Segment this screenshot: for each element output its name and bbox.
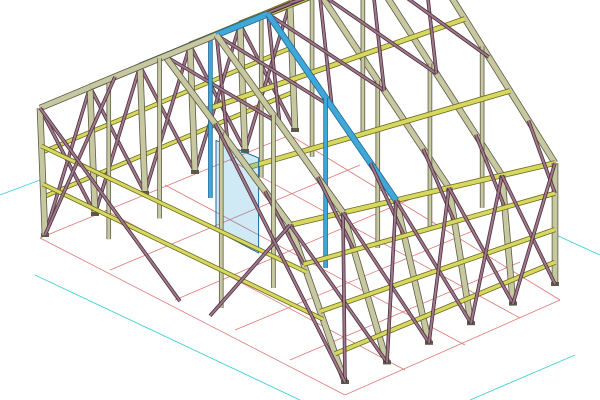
grid-line-cyan-1 xyxy=(469,354,576,400)
column-left-5 xyxy=(287,2,298,131)
structural-model-view[interactable] xyxy=(0,0,600,400)
base-plate-left-3 xyxy=(191,170,199,174)
back-members xyxy=(38,0,558,248)
grid-line-red-0 xyxy=(39,237,346,396)
column-left-1 xyxy=(87,86,98,215)
grid-line-cyan-0 xyxy=(34,274,301,400)
grid-line-cyan-3 xyxy=(0,179,41,196)
column-left-3 xyxy=(187,44,198,173)
column-left-4 xyxy=(237,23,248,152)
model-viewport[interactable] xyxy=(0,0,600,400)
base-plate-left-5 xyxy=(291,128,299,132)
column-left-2 xyxy=(137,65,148,194)
column-left-0 xyxy=(37,107,48,236)
